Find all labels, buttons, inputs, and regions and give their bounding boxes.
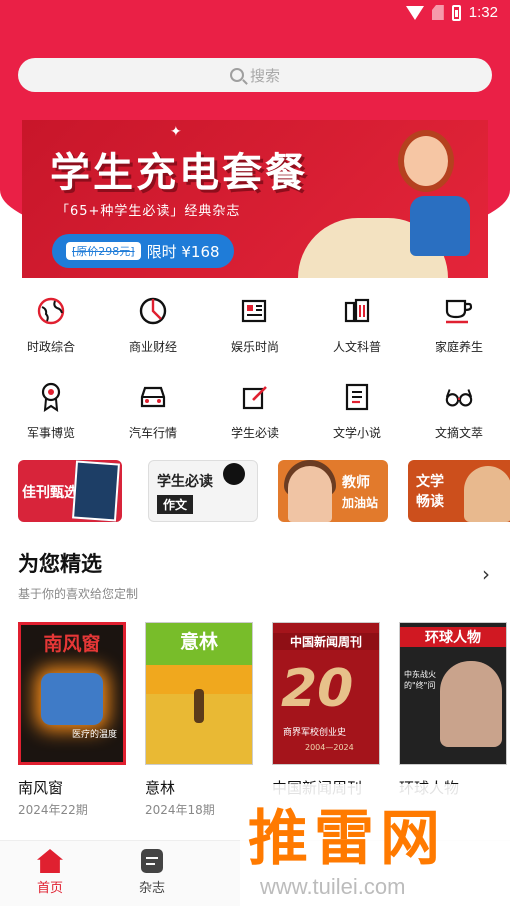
banner-title: 学生充电套餐 — [50, 150, 308, 196]
cover-years: 2004—2024 — [305, 743, 354, 752]
magazine-issue: 2024年22期 — [18, 803, 88, 817]
ink-pen-icon — [223, 463, 245, 485]
watermark-text: 推雷网 — [248, 804, 446, 874]
home-icon — [37, 849, 63, 873]
magazine-cover[interactable]: 意林 — [145, 622, 253, 765]
nav-magazines[interactable]: 杂志 — [120, 849, 184, 896]
magazine-cover[interactable]: 南风窗 医疗的温度 — [18, 622, 126, 765]
status-bar: 1:32 — [0, 0, 510, 30]
magazine-thumbnail — [72, 460, 120, 522]
category-label: 军事博览 — [26, 426, 75, 440]
girl-illustration-head — [398, 130, 454, 192]
chevron-right-icon[interactable]: › — [482, 562, 490, 586]
teacup-icon — [444, 296, 474, 326]
section-title: 为您精选 — [18, 552, 102, 576]
cover-caption: 商界军校创业史 — [283, 728, 347, 738]
sparkle-icon: ✦ — [170, 124, 182, 140]
category-grid: 时政综合 商业财经 娱乐时尚 人文科普 家庭养生 军事博览 汽车行情 学生必读 … — [0, 296, 510, 441]
feature-card-teacher[interactable]: 教师 加油站 — [278, 460, 388, 522]
category-family[interactable]: 家庭养生 — [408, 296, 510, 355]
banner-subtitle: 「65+种学生必读」经典杂志 — [56, 204, 241, 219]
edit-icon — [240, 382, 270, 412]
author-photo — [464, 466, 510, 522]
category-label: 文摘文萃 — [434, 426, 483, 440]
building-icon — [342, 296, 372, 326]
magazine-item[interactable]: 南风窗 医疗的温度 南风窗 2024年22期 — [18, 622, 126, 818]
cover-caption: 医疗的温度 — [71, 730, 117, 740]
feature-sublabel: 作文 — [157, 495, 194, 514]
magazine-issue: 2024年18期 — [145, 803, 215, 817]
search-icon — [229, 68, 244, 82]
magazine-item[interactable]: 环球人物 中东战火的"终"问 环球人物 — [399, 622, 507, 801]
category-label: 时政综合 — [26, 340, 75, 354]
cover-figure — [194, 689, 204, 723]
feature-sublabel: 加油站 — [342, 496, 379, 510]
category-auto[interactable]: 汽车行情 — [102, 382, 204, 441]
teacher-photo-face — [288, 466, 332, 522]
magazine-name: 南风窗 — [18, 779, 64, 797]
feature-card-selected[interactable]: 佳刊甄选 — [18, 460, 122, 522]
cover-title: 环球人物 — [400, 627, 506, 647]
banner-price-pill[interactable]: [原价298元] 限时 ¥168 — [52, 234, 234, 268]
newspaper-icon — [240, 296, 270, 326]
watermark-url: www.tuilei.com — [260, 874, 406, 899]
car-icon — [138, 382, 168, 412]
cover-number: 20 — [281, 659, 354, 719]
category-label: 人文科普 — [332, 340, 381, 354]
banner-offer-price: 限时 ¥168 — [146, 242, 220, 261]
cover-title: 南风窗 — [43, 633, 101, 655]
magazine-cover[interactable]: 中国新闻周刊 20 商界军校创业史 2004—2024 — [272, 622, 380, 765]
category-politics[interactable]: 时政综合 — [0, 296, 102, 355]
category-digest[interactable]: 文摘文萃 — [408, 382, 510, 441]
category-label: 商业财经 — [128, 340, 177, 354]
nav-label: 首页 — [36, 881, 63, 896]
cover-title: 中国新闻周刊 — [273, 633, 379, 650]
category-label: 学生必读 — [230, 426, 279, 440]
feature-label: 教师 — [342, 475, 370, 491]
glasses-icon — [444, 382, 474, 412]
magazine-name: 意林 — [145, 779, 176, 797]
no-sim-icon — [431, 5, 444, 20]
category-label: 娱乐时尚 — [230, 340, 279, 354]
category-entertainment[interactable]: 娱乐时尚 — [204, 296, 306, 355]
nav-home[interactable]: 首页 — [18, 849, 82, 896]
category-literature[interactable]: 文学小说 — [306, 382, 408, 441]
nav-label: 杂志 — [138, 881, 165, 896]
cover-portrait — [440, 661, 502, 747]
category-label: 家庭养生 — [434, 340, 483, 354]
feature-cards: 佳刊甄选 学生必读 作文 教师 加油站 文学畅读 — [18, 460, 510, 524]
section-subtitle: 基于你的喜欢给您定制 — [18, 587, 139, 601]
feature-label: 文学畅读 — [416, 474, 444, 510]
category-humanities[interactable]: 人文科普 — [306, 296, 408, 355]
feature-label: 学生必读 — [157, 474, 213, 490]
watermark: 推雷网 www.tuilei.com — [240, 784, 510, 906]
medal-icon — [36, 382, 66, 412]
feature-card-student[interactable]: 学生必读 作文 — [148, 460, 258, 522]
category-business[interactable]: 商业财经 — [102, 296, 204, 355]
category-label: 文学小说 — [332, 426, 381, 440]
cover-artwork — [41, 673, 103, 725]
wifi-icon — [405, 5, 424, 20]
banner-original-price: [原价298元] — [66, 242, 141, 260]
magazine-icon — [141, 849, 163, 873]
promo-banner[interactable]: ✦ 学生充电套餐 「65+种学生必读」经典杂志 [原价298元] 限时 ¥168 — [22, 120, 488, 278]
status-time: 1:32 — [468, 4, 498, 21]
magazine-item[interactable]: 中国新闻周刊 20 商界军校创业史 2004—2024 中国新闻周刊 — [272, 622, 380, 801]
feature-card-literature[interactable]: 文学畅读 — [408, 460, 510, 522]
globe-icon — [36, 296, 66, 326]
girl-illustration-body — [410, 196, 470, 256]
feature-label: 佳刊甄选 — [22, 485, 78, 501]
cover-caption: 中东战火的"终"问 — [404, 670, 436, 690]
category-student[interactable]: 学生必读 — [204, 382, 306, 441]
cover-title: 意林 — [179, 631, 218, 653]
category-label: 汽车行情 — [128, 426, 177, 440]
magazine-cover[interactable]: 环球人物 中东战火的"终"问 — [399, 622, 507, 765]
search-placeholder: 搜索 — [249, 66, 280, 85]
pie-chart-icon — [138, 296, 168, 326]
category-military[interactable]: 军事博览 — [0, 382, 102, 441]
search-input[interactable]: 搜索 — [18, 58, 492, 92]
battery-charging-icon — [451, 4, 461, 21]
document-icon — [342, 382, 372, 412]
magazine-item[interactable]: 意林 意林 2024年18期 — [145, 622, 253, 818]
